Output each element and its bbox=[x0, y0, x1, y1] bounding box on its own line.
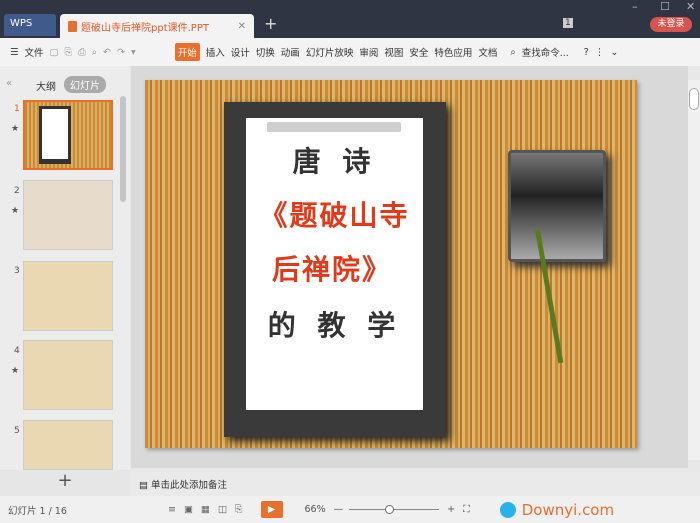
slide-line-1: 唐 诗 bbox=[292, 145, 377, 178]
ppt-file-icon bbox=[68, 20, 77, 32]
zoom-out-button[interactable]: — bbox=[334, 504, 344, 515]
paper: 唐 诗 《题破山寺 后禅院》 的 教 学 bbox=[246, 118, 423, 410]
slide-number: 4 bbox=[14, 346, 20, 356]
assistant-icon[interactable] bbox=[499, 501, 516, 518]
notes-placeholder: 单击此处添加备注 bbox=[151, 480, 228, 491]
play-slideshow-button[interactable]: ▶ bbox=[260, 501, 283, 518]
more-icon[interactable]: ⋮ bbox=[595, 47, 605, 58]
menu-security[interactable]: 安全 bbox=[409, 45, 428, 59]
slide-thumbnail-1[interactable] bbox=[23, 100, 113, 170]
slide-pane: « 大纲 幻灯片 1 ★ 2 ★ 3 4 ★ 5 + bbox=[0, 66, 130, 496]
tab-wps-home[interactable]: WPS bbox=[4, 14, 56, 36]
close-tab-icon[interactable]: ✕ bbox=[238, 21, 246, 32]
slide-thumbnail-5[interactable] bbox=[23, 420, 113, 470]
slide-thumbnail-4[interactable] bbox=[23, 340, 113, 410]
animation-star-icon: ★ bbox=[11, 206, 20, 216]
hamburger-icon[interactable]: ☰ bbox=[10, 47, 19, 58]
quick-access-icons[interactable]: ▢⎘⎙⌕↶↷▾ bbox=[50, 47, 142, 58]
menu-slideshow[interactable]: 幻灯片放映 bbox=[306, 45, 354, 59]
board-clip bbox=[267, 122, 401, 132]
slide-number: 5 bbox=[14, 426, 20, 436]
maximize-icon[interactable]: ☐ bbox=[660, 0, 670, 13]
notes-icon: ▤ bbox=[139, 480, 151, 491]
app-name: WPS bbox=[10, 18, 33, 29]
menu-transition[interactable]: 切换 bbox=[256, 45, 275, 59]
document-title: 题破山寺后禅院ppt课件.PPT bbox=[81, 22, 209, 34]
fit-window-icon[interactable]: ⛶ bbox=[463, 504, 470, 515]
zoom-in-button[interactable]: + bbox=[447, 504, 455, 515]
slide-number: 1 bbox=[14, 104, 20, 114]
add-slide-button[interactable]: + bbox=[0, 470, 130, 496]
view-buttons[interactable]: ≡▣▦◫⎘ bbox=[168, 504, 251, 515]
help-icon[interactable]: ? bbox=[584, 47, 589, 58]
slide-line-2: 《题破山寺 bbox=[259, 199, 410, 232]
menu-start[interactable]: 开始 bbox=[174, 43, 200, 61]
menu-design[interactable]: 设计 bbox=[231, 45, 250, 59]
slide-number: 2 bbox=[14, 186, 20, 196]
tab-document[interactable]: 题破山寺后禅院ppt课件.PPT ✕ bbox=[60, 14, 254, 38]
slide-counter: 幻灯片 1 / 16 bbox=[8, 505, 67, 517]
menu-doc[interactable]: 文档 bbox=[478, 45, 497, 59]
pane-scrollbar[interactable] bbox=[120, 96, 126, 202]
login-button[interactable]: 未登录 bbox=[650, 17, 692, 32]
ribbon-menu: ☰ 文件 ▢⎘⎙⌕↶↷▾ 开始 插入 设计 切换 动画 幻灯片放映 审阅 视图 … bbox=[0, 38, 700, 66]
tab-slides[interactable]: 幻灯片 bbox=[64, 76, 106, 93]
slide-line-3: 后禅院》 bbox=[272, 253, 393, 286]
collapse-ribbon-icon[interactable]: ⌄ bbox=[610, 47, 618, 58]
zoom-slider[interactable] bbox=[349, 505, 440, 514]
notes-area[interactable]: ▤ 单击此处添加备注 bbox=[131, 472, 700, 496]
slide-line-4: 的 教 学 bbox=[267, 309, 402, 342]
writing-board: 唐 诗 《题破山寺 后禅院》 的 教 学 bbox=[224, 102, 446, 437]
watermark: Downyi.com bbox=[521, 500, 615, 519]
minimize-icon[interactable]: – bbox=[632, 0, 638, 13]
menu-special[interactable]: 特色应用 bbox=[434, 45, 472, 59]
inkstone-image bbox=[508, 150, 606, 262]
tab-outline[interactable]: 大纲 bbox=[36, 78, 56, 93]
menu-file[interactable]: 文件 bbox=[25, 45, 44, 59]
search-icon[interactable]: ⌕ bbox=[510, 47, 515, 58]
slide-number: 3 bbox=[14, 266, 20, 276]
window-count-badge[interactable]: 1 bbox=[563, 18, 573, 28]
menu-animation[interactable]: 动画 bbox=[281, 45, 300, 59]
title-bar: WPS 题破山寺后禅院ppt课件.PPT ✕ + 1 – ☐ ✕ 未登录 bbox=[0, 0, 700, 38]
menu-view[interactable]: 视图 bbox=[384, 45, 403, 59]
new-tab-button[interactable]: + bbox=[264, 14, 277, 33]
slide-thumbnail-2[interactable] bbox=[23, 180, 113, 250]
menu-insert[interactable]: 插入 bbox=[206, 45, 225, 59]
command-search[interactable]: 查找命令... bbox=[522, 45, 569, 59]
close-window-icon[interactable]: ✕ bbox=[686, 0, 695, 13]
editor-scrollbar[interactable] bbox=[688, 80, 700, 460]
menu-review[interactable]: 审阅 bbox=[359, 45, 378, 59]
zoom-level[interactable]: 66% bbox=[305, 504, 326, 515]
slide-canvas[interactable]: 唐 诗 《题破山寺 后禅院》 的 教 学 bbox=[145, 80, 637, 448]
slide-thumbnail-3[interactable] bbox=[23, 261, 113, 331]
animation-star-icon: ★ bbox=[11, 124, 20, 134]
collapse-pane-icon[interactable]: « bbox=[6, 78, 12, 89]
animation-star-icon: ★ bbox=[11, 366, 20, 376]
status-bar: 幻灯片 1 / 16 ≡▣▦◫⎘ ▶ 66% — + ⛶ Downyi.com bbox=[0, 496, 700, 523]
